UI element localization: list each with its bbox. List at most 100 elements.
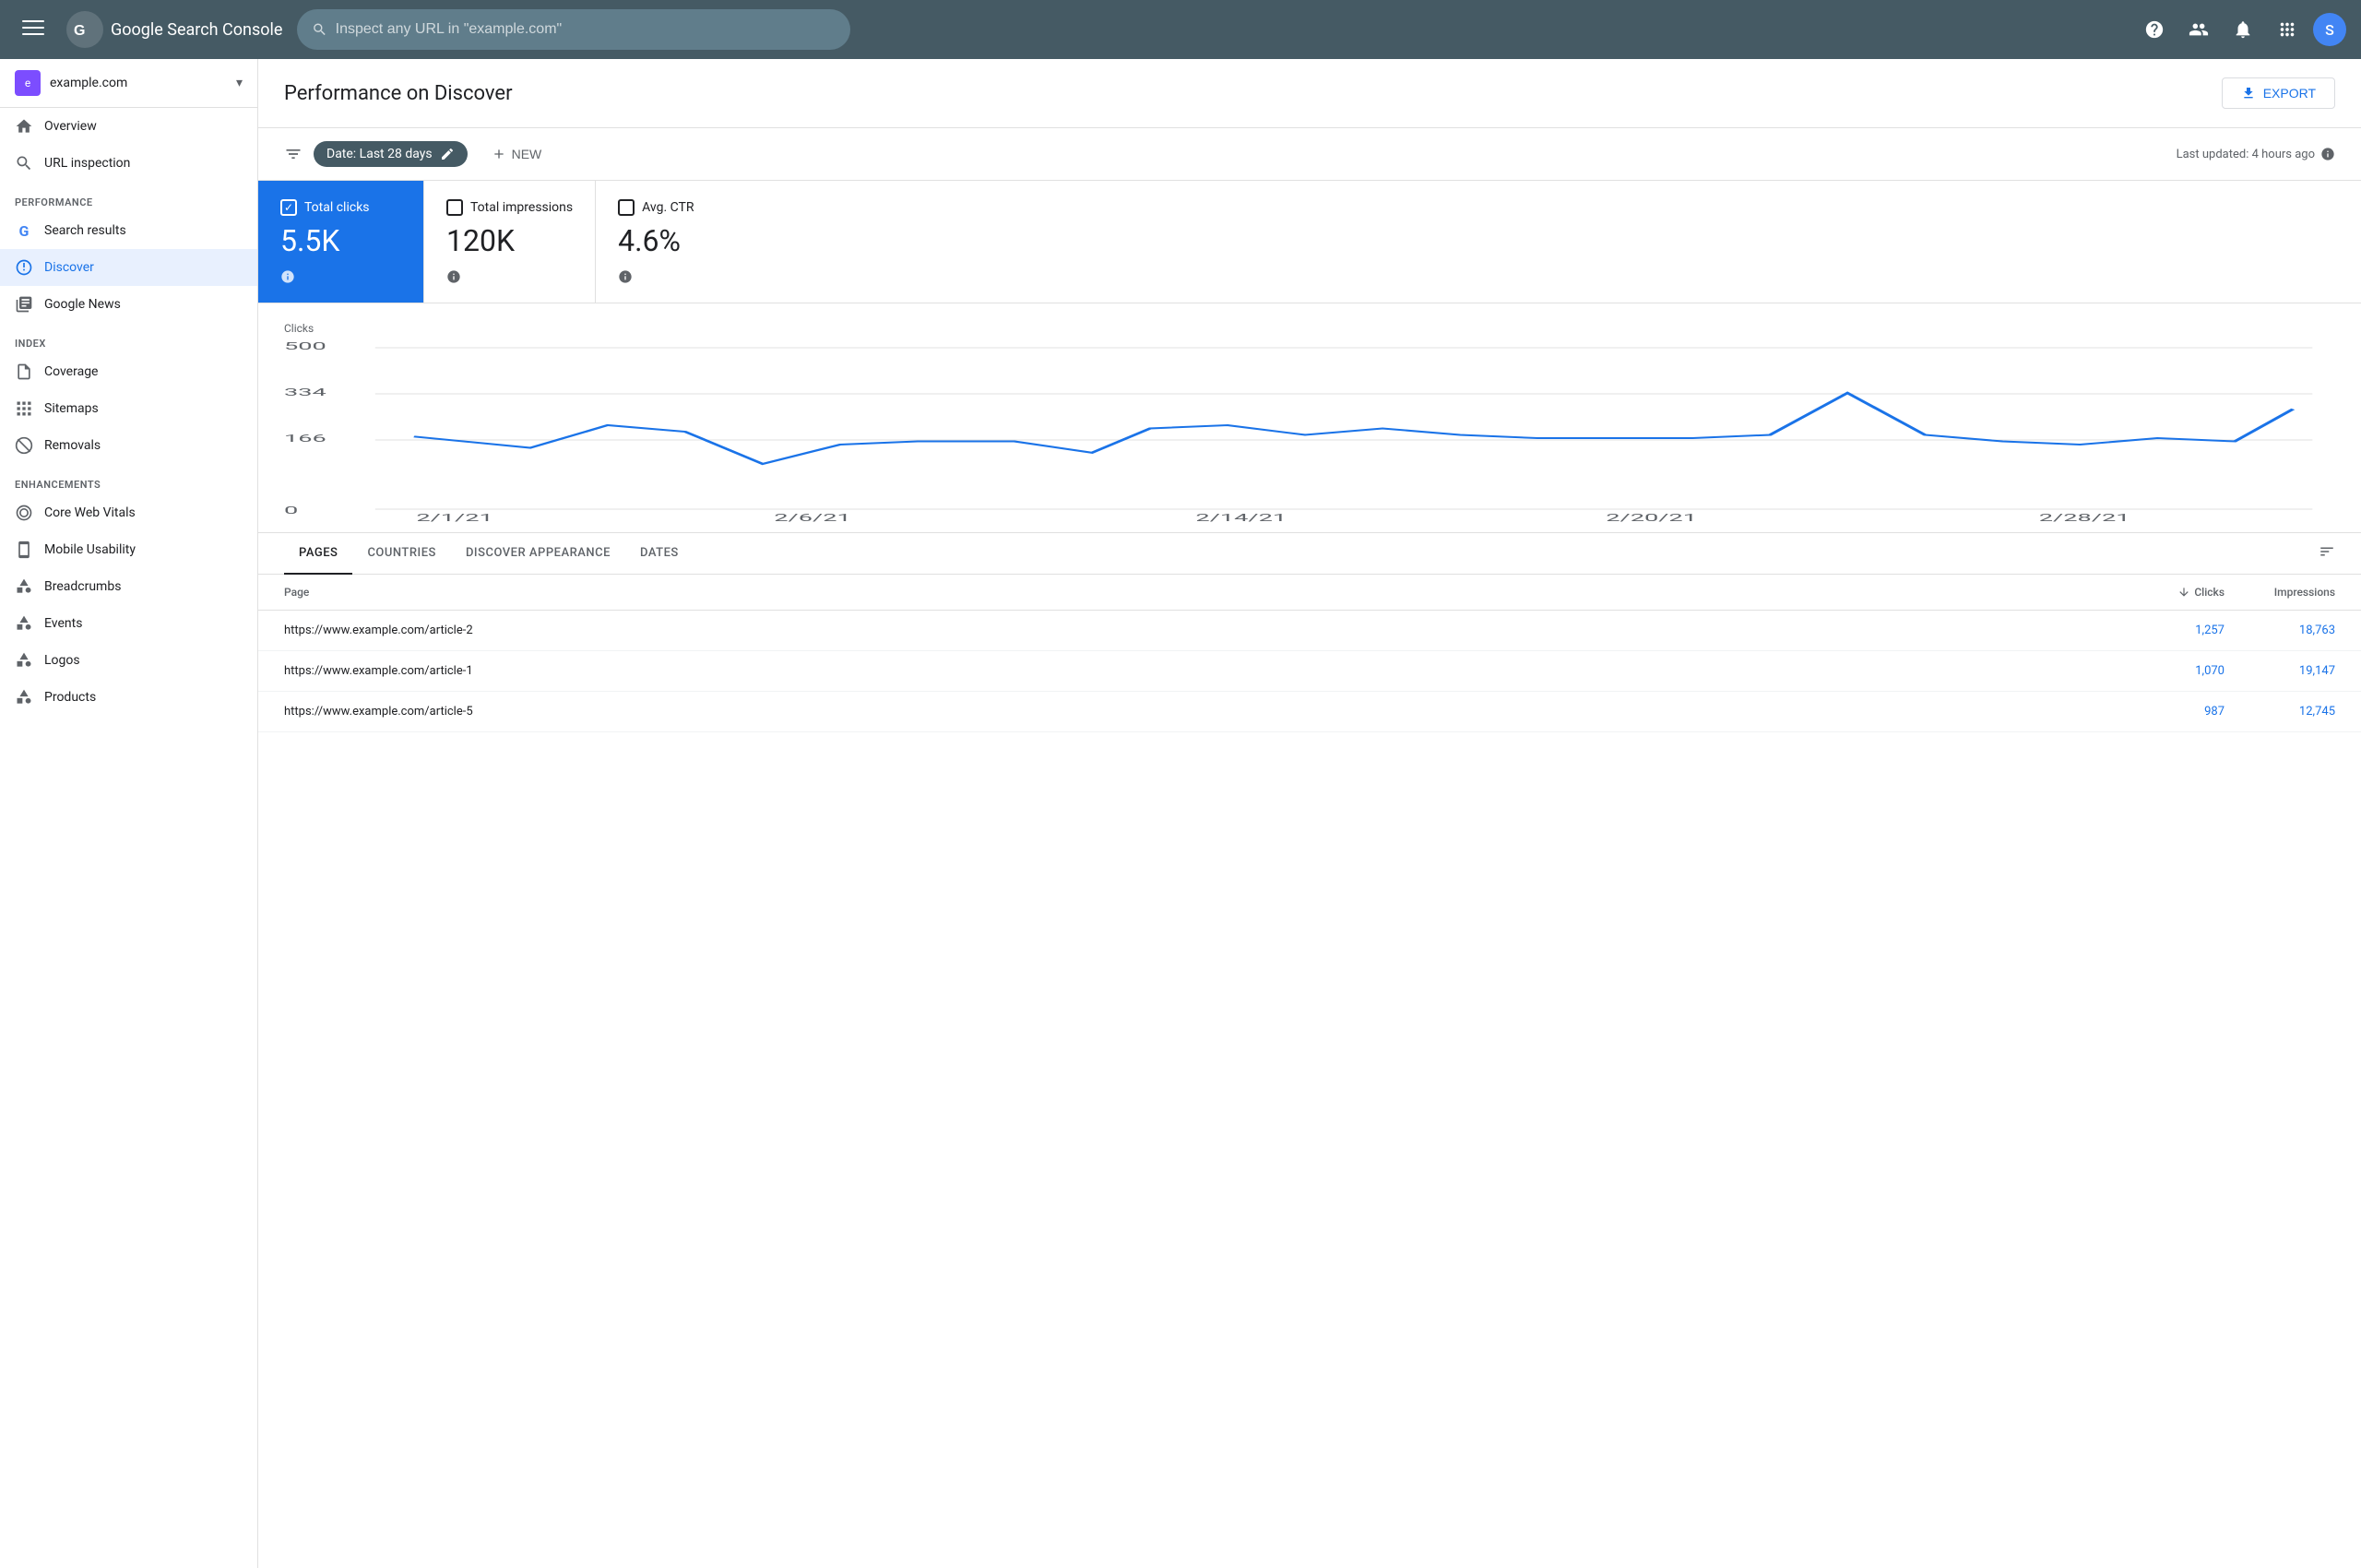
sidebar-item-label: Core Web Vitals bbox=[44, 505, 136, 520]
last-updated: Last updated: 4 hours ago bbox=[2177, 147, 2335, 161]
col-header-clicks[interactable]: Clicks bbox=[2114, 586, 2225, 599]
metrics-row: Total clicks 5.5K Total impressions 120K bbox=[258, 181, 2361, 303]
section-label-index: Index bbox=[0, 323, 257, 353]
tab-countries[interactable]: COUNTRIES bbox=[352, 533, 451, 575]
sidebar-item-url-inspection[interactable]: URL inspection bbox=[0, 145, 257, 182]
menu-icon[interactable] bbox=[15, 9, 52, 51]
row-clicks-3[interactable]: 987 bbox=[2114, 705, 2225, 719]
info-icon bbox=[618, 269, 633, 284]
users-button[interactable] bbox=[2180, 11, 2217, 48]
sidebar-item-core-web-vitals[interactable]: Core Web Vitals bbox=[0, 494, 257, 531]
sidebar-item-products[interactable]: Products bbox=[0, 679, 257, 716]
metric-value-ctr: 4.6% bbox=[618, 223, 740, 258]
new-label: NEW bbox=[512, 147, 542, 161]
sidebar-item-breadcrumbs[interactable]: Breadcrumbs bbox=[0, 568, 257, 605]
coverage-icon bbox=[15, 362, 33, 381]
property-icon: e bbox=[15, 70, 41, 96]
sidebar-item-events[interactable]: Events bbox=[0, 605, 257, 642]
filter-icon[interactable] bbox=[284, 145, 303, 163]
property-name: example.com bbox=[50, 76, 227, 90]
metric-checkbox-ctr bbox=[618, 199, 635, 216]
svg-text:2/1/21: 2/1/21 bbox=[416, 512, 492, 523]
sidebar-item-discover[interactable]: Discover bbox=[0, 249, 257, 286]
row-impressions-3[interactable]: 12,745 bbox=[2225, 705, 2335, 719]
tab-dates[interactable]: DATES bbox=[625, 533, 694, 575]
search-icon bbox=[312, 21, 327, 38]
metric-total-clicks[interactable]: Total clicks 5.5K bbox=[258, 181, 424, 303]
svg-text:2/6/21: 2/6/21 bbox=[774, 512, 850, 523]
topbar-actions: S bbox=[2136, 11, 2346, 48]
metric-checkbox-clicks bbox=[280, 199, 297, 216]
row-page-3: https://www.example.com/article-5 bbox=[284, 705, 2114, 719]
sidebar-item-label: Products bbox=[44, 690, 96, 705]
sidebar-item-sitemaps[interactable]: Sitemaps bbox=[0, 390, 257, 427]
table-filter-icon[interactable] bbox=[2319, 543, 2335, 564]
filter-bar: Date: Last 28 days NEW Last updated: 4 h… bbox=[258, 128, 2361, 181]
section-label-enhancements: Enhancements bbox=[0, 464, 257, 494]
notifications-button[interactable] bbox=[2225, 11, 2261, 48]
row-page-2: https://www.example.com/article-1 bbox=[284, 664, 2114, 678]
tab-pages[interactable]: PAGES bbox=[284, 533, 352, 575]
user-avatar[interactable]: S bbox=[2313, 13, 2346, 46]
plus-icon bbox=[492, 147, 506, 161]
table-row: https://www.example.com/article-2 1,257 … bbox=[258, 611, 2361, 651]
sidebar-item-coverage[interactable]: Coverage bbox=[0, 353, 257, 390]
sidebar-item-label: Removals bbox=[44, 438, 101, 453]
svg-text:0: 0 bbox=[284, 505, 298, 517]
sidebar-item-mobile-usability[interactable]: Mobile Usability bbox=[0, 531, 257, 568]
row-impressions-1[interactable]: 18,763 bbox=[2225, 624, 2335, 637]
svg-text:G: G bbox=[74, 23, 85, 39]
date-filter-label: Date: Last 28 days bbox=[326, 147, 433, 161]
discover-icon bbox=[15, 258, 33, 277]
table-row: https://www.example.com/article-5 987 12… bbox=[258, 692, 2361, 732]
metric-value-impressions: 120K bbox=[446, 223, 573, 258]
metric-label-clicks: Total clicks bbox=[304, 200, 370, 215]
metric-label-ctr: Avg. CTR bbox=[642, 200, 694, 215]
main-layout: e example.com ▾ Overview URL inspection … bbox=[0, 59, 2361, 1568]
sidebar-item-google-news[interactable]: Google News bbox=[0, 286, 257, 323]
help-button[interactable] bbox=[2136, 11, 2173, 48]
search-input[interactable] bbox=[336, 21, 836, 38]
info-icon bbox=[280, 269, 295, 284]
row-clicks-2[interactable]: 1,070 bbox=[2114, 664, 2225, 678]
apps-button[interactable] bbox=[2269, 11, 2306, 48]
home-icon bbox=[15, 117, 33, 136]
sidebar-item-search-results[interactable]: G Search results bbox=[0, 212, 257, 249]
sidebar-item-label: Mobile Usability bbox=[44, 542, 136, 557]
app-logo: G Google Search Console bbox=[66, 11, 282, 48]
svg-text:2/20/21: 2/20/21 bbox=[1606, 512, 1697, 523]
sidebar-item-label: Search results bbox=[44, 223, 126, 238]
metric-total-impressions[interactable]: Total impressions 120K bbox=[424, 181, 596, 303]
section-label-performance: Performance bbox=[0, 182, 257, 212]
sidebar-item-removals[interactable]: Removals bbox=[0, 427, 257, 464]
svg-text:166: 166 bbox=[284, 433, 326, 445]
sidebar-item-label: URL inspection bbox=[44, 156, 130, 171]
chart-wrap: 500 334 166 0 2/1/21 2/6/21 2/14/21 2/20… bbox=[284, 339, 2335, 523]
col-header-impressions: Impressions bbox=[2225, 586, 2335, 599]
google-icon: G bbox=[15, 221, 33, 240]
sitemaps-icon bbox=[15, 399, 33, 418]
app-title: Google Search Console bbox=[111, 20, 282, 40]
topbar: G Google Search Console S bbox=[0, 0, 2361, 59]
metric-checkbox-impressions bbox=[446, 199, 463, 216]
page-header: Performance on Discover EXPORT bbox=[258, 59, 2361, 128]
new-filter-button[interactable]: NEW bbox=[479, 141, 555, 167]
sidebar-item-logos[interactable]: Logos bbox=[0, 642, 257, 679]
mobile-icon bbox=[15, 540, 33, 559]
products-icon bbox=[15, 688, 33, 707]
tab-discover-appearance[interactable]: DISCOVER APPEARANCE bbox=[451, 533, 625, 575]
row-clicks-1[interactable]: 1,257 bbox=[2114, 624, 2225, 637]
info-icon bbox=[2320, 147, 2335, 161]
date-filter-button[interactable]: Date: Last 28 days bbox=[314, 141, 468, 167]
search-icon bbox=[15, 154, 33, 172]
sidebar-item-overview[interactable]: Overview bbox=[0, 108, 257, 145]
property-selector[interactable]: e example.com ▾ bbox=[0, 59, 257, 108]
row-impressions-2[interactable]: 19,147 bbox=[2225, 664, 2335, 678]
search-bar[interactable] bbox=[297, 9, 850, 50]
last-updated-text: Last updated: 4 hours ago bbox=[2177, 148, 2315, 161]
metric-avg-ctr[interactable]: Avg. CTR 4.6% bbox=[596, 181, 762, 303]
sort-icon bbox=[2177, 586, 2190, 599]
edit-icon bbox=[440, 147, 455, 161]
vitals-icon bbox=[15, 504, 33, 522]
export-button[interactable]: EXPORT bbox=[2222, 77, 2335, 109]
